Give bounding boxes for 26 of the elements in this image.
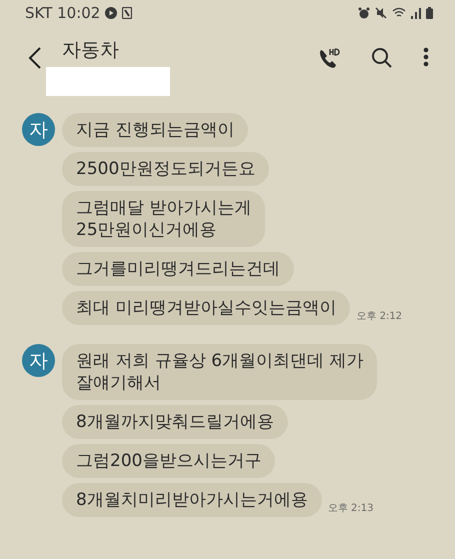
signal-icon bbox=[411, 7, 421, 19]
message-bubble: 원래 저희 규율상 6개월이최댄데 제가 잘얘기해서 bbox=[62, 344, 378, 400]
more-icon[interactable] bbox=[423, 47, 429, 67]
alarm-icon bbox=[358, 7, 370, 19]
message-time: 오후 2:12 bbox=[356, 310, 402, 324]
message-time: 오후 2:13 bbox=[328, 502, 374, 516]
message-bubble: 지금 진행되는금액이 bbox=[62, 113, 248, 147]
message-bubble: 그럼매달 받아가시는게 25만원이신거에용 bbox=[62, 191, 266, 247]
mute-icon bbox=[375, 7, 387, 19]
battery-icon bbox=[426, 7, 433, 19]
message-bubble: 그럼200을받으시는거구 bbox=[62, 444, 276, 478]
back-button[interactable] bbox=[28, 47, 42, 69]
back-icon bbox=[28, 47, 42, 69]
search-icon[interactable] bbox=[371, 47, 393, 69]
message-bubble: 8개월치미리받아가시는거에용 bbox=[62, 483, 322, 517]
contact-name: 자동차 bbox=[62, 38, 120, 63]
phone-icon bbox=[122, 7, 132, 19]
message-bubble: 그거를미리땡겨드리는건데 bbox=[62, 252, 294, 286]
message-bubble: 최대 미리땡겨받아실수잇는금액이 bbox=[62, 291, 350, 325]
message-bubble: 8개월까지맞춰드릴거에용 bbox=[62, 405, 288, 439]
avatar[interactable]: 자 bbox=[22, 344, 55, 377]
message-bubble: 2500만원정도되거든요 bbox=[62, 152, 270, 186]
wifi-icon bbox=[392, 7, 406, 19]
carrier-time: SKT 10:02 bbox=[25, 4, 100, 22]
avatar[interactable]: 자 bbox=[22, 113, 55, 146]
play-icon bbox=[105, 7, 118, 19]
